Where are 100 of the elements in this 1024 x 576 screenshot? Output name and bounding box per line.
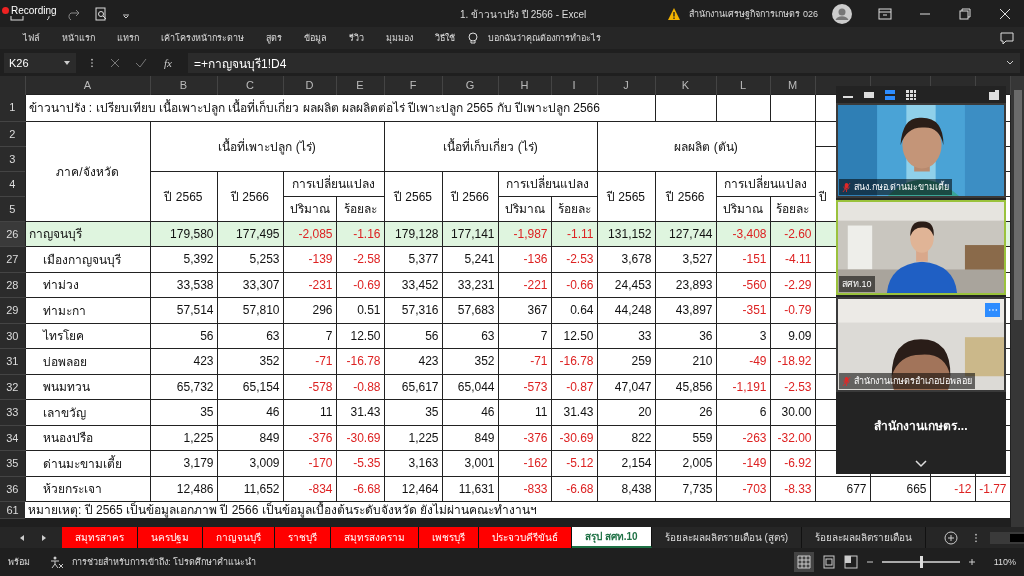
window-title: 1. ข้าวนาปรัง ปี 2566 - Excel: [460, 8, 587, 22]
table-cell: -30.69: [346, 430, 381, 445]
table-cell: 46: [266, 405, 280, 420]
table-cell: 849: [474, 430, 495, 445]
table-cell: -0.79: [784, 303, 812, 318]
table-cell: -2.58: [353, 252, 381, 267]
table-cell: 23,893: [675, 277, 713, 292]
table-cell: 56: [200, 328, 214, 343]
status-text: พร้อม: [8, 556, 30, 569]
column-heading: การเปลี่ยนแปลง: [724, 177, 807, 191]
table-cell: 33,538: [176, 277, 214, 292]
table-cell: -8.33: [784, 481, 812, 496]
column-heading: ปริมาณ: [289, 202, 330, 216]
table-cell-text: เมืองกาญจนบุรี: [41, 252, 121, 267]
table-cell: 57,514: [176, 303, 214, 318]
table-cell: -49: [749, 354, 767, 369]
table-cell: 7: [325, 328, 333, 343]
table-cell: 5,377: [408, 252, 439, 267]
table-cell: 677: [846, 481, 867, 496]
table-cell: -170: [308, 456, 333, 471]
table-cell: -16.78: [559, 354, 594, 369]
table-cell: 12.50: [350, 328, 381, 343]
column-heading: เนื้อที่เพาะปลูก (ไร่): [218, 139, 316, 154]
table-cell-text: ท่ามะกา: [41, 303, 86, 318]
table-cell: 1,225: [408, 430, 439, 445]
table-cell: 423: [193, 354, 214, 369]
table-cell: -231: [308, 277, 333, 292]
table-cell: 423: [418, 354, 439, 369]
table-cell: 559: [692, 430, 713, 445]
table-cell: -221: [523, 277, 548, 292]
table-cell: 6: [759, 405, 767, 420]
table-cell: -2.53: [784, 379, 812, 394]
table-cell: 57,810: [242, 303, 280, 318]
table-cell: -834: [308, 481, 333, 496]
table-cell: 57,316: [401, 303, 439, 318]
table-cell: 12,464: [401, 481, 439, 496]
table-cell: -351: [742, 303, 767, 318]
table-cell: 849: [259, 430, 280, 445]
column-heading: ปี 2565: [607, 189, 645, 204]
table-cell: -6.92: [784, 456, 812, 471]
table-cell: -703: [742, 481, 767, 496]
participant-name: สำนักงานเกษตร...: [874, 417, 968, 435]
table-cell: 65,732: [176, 379, 214, 394]
column-heading: ปริมาณ: [723, 202, 763, 216]
table-cell: 210: [692, 354, 713, 369]
table-cell: -560: [742, 277, 767, 292]
table-cell: -0.87: [566, 379, 594, 394]
table-cell: 1,225: [183, 430, 214, 445]
recording-toast: Recording: [2, 4, 59, 16]
column-heading: ปี 2566: [666, 189, 705, 204]
table-cell: 65,617: [401, 379, 439, 394]
table-cell-text: พนมทวน: [41, 380, 90, 395]
table-cell: -0.88: [353, 379, 381, 394]
table-cell: 127,744: [669, 226, 713, 241]
sheet-title: ข้าวนาปรัง : เปรียบเทียบ เนื้อเพาะปลูก เนื้อที่เก็บเกี่ยว ผลผลิต ผลผลิตต่อไร่ ปีเพาะปลูก 2565 กับ ปีเพาะปลูก 2566: [28, 101, 600, 115]
table-cell-text: เลาขวัญ: [41, 405, 86, 420]
table-cell: 63: [266, 328, 280, 343]
table-cell: 179,580: [170, 226, 214, 241]
column-heading: การเปลี่ยนแปลง: [292, 177, 375, 191]
table-cell: 31.43: [563, 405, 594, 420]
table-cell: -0.66: [566, 277, 594, 292]
table-cell: 44,248: [614, 303, 652, 318]
table-cell: 0.64: [570, 303, 594, 318]
table-cell-text: ไทรโยค: [41, 329, 84, 344]
table-cell: -6.68: [566, 481, 594, 496]
column-heading: ปี 2566: [231, 189, 269, 204]
column-heading: ภาค/จังหวัด: [56, 164, 119, 179]
table-cell: 665: [906, 481, 927, 496]
table-cell: -71: [315, 354, 333, 369]
column-heading: การเปลี่ยนแปลง: [506, 177, 589, 191]
table-cell: 12.50: [563, 328, 594, 343]
participant-name: สนง.กษอ.ด่านมะขามเตี้ย: [854, 180, 949, 194]
table-cell: 56: [425, 328, 439, 343]
table-cell: 46: [481, 405, 495, 420]
table-cell: 36: [699, 328, 713, 343]
table-cell-text: ด่านมะขามเตี้ย: [41, 456, 122, 471]
table-cell: 65,044: [457, 379, 495, 394]
table-cell: 0.51: [357, 303, 381, 318]
table-cell: 822: [631, 430, 652, 445]
table-cell: -139: [308, 252, 333, 267]
column-heading: ร้อยละ: [776, 202, 809, 216]
table-cell: 30.00: [781, 405, 812, 420]
table-cell: 352: [474, 354, 495, 369]
table-cell: 2,005: [682, 456, 713, 471]
table-cell: -30.69: [559, 430, 594, 445]
table-cell: -833: [523, 481, 548, 496]
table-cell: 352: [259, 354, 280, 369]
table-cell: -136: [523, 252, 548, 267]
table-cell: -573: [523, 379, 548, 394]
table-cell: 7: [540, 328, 548, 343]
column-heading: ร้อยละ: [557, 202, 591, 216]
table-cell: 12,486: [176, 481, 214, 496]
table-cell: -1,987: [513, 226, 548, 241]
table-cell: 20: [638, 405, 652, 420]
table-cell: 35: [425, 405, 439, 420]
table-cell: -5.35: [353, 456, 381, 471]
table-cell: -149: [742, 456, 767, 471]
table-cell: -162: [523, 456, 548, 471]
table-cell: -578: [308, 379, 333, 394]
participant-name: สำนักงานเกษตรอำเภอบ่อพลอย: [854, 375, 972, 388]
